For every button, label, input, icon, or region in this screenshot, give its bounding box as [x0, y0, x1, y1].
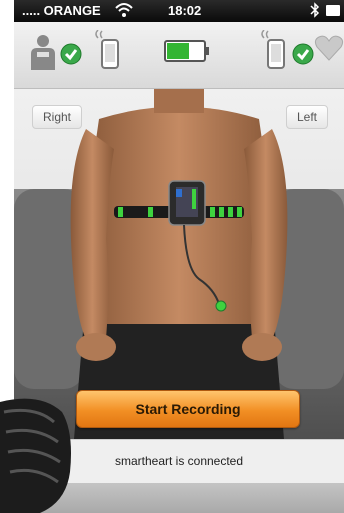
wifi-icon	[115, 3, 133, 17]
check-icon	[292, 43, 314, 65]
phone-icon	[261, 30, 285, 69]
clock: 18:02	[168, 3, 202, 18]
start-recording-button[interactable]: Start Recording	[76, 390, 300, 428]
status-bar: ..... ORANGE 18:02	[14, 0, 344, 22]
phone-icon	[95, 30, 119, 69]
carrier-label: ..... ORANGE	[22, 3, 101, 18]
left-side-label: Left	[286, 105, 329, 129]
body-view: Right Left	[14, 89, 344, 439]
right-side-label: Right	[32, 105, 83, 129]
check-icon	[60, 43, 82, 65]
strap-image	[0, 398, 71, 513]
body-illustration	[14, 89, 344, 439]
person-icon	[31, 35, 55, 70]
heart-icon	[314, 35, 344, 61]
battery-icon	[326, 5, 340, 16]
device-status-bar	[14, 22, 344, 89]
bluetooth-icon	[310, 2, 320, 18]
battery-icon	[164, 40, 209, 62]
